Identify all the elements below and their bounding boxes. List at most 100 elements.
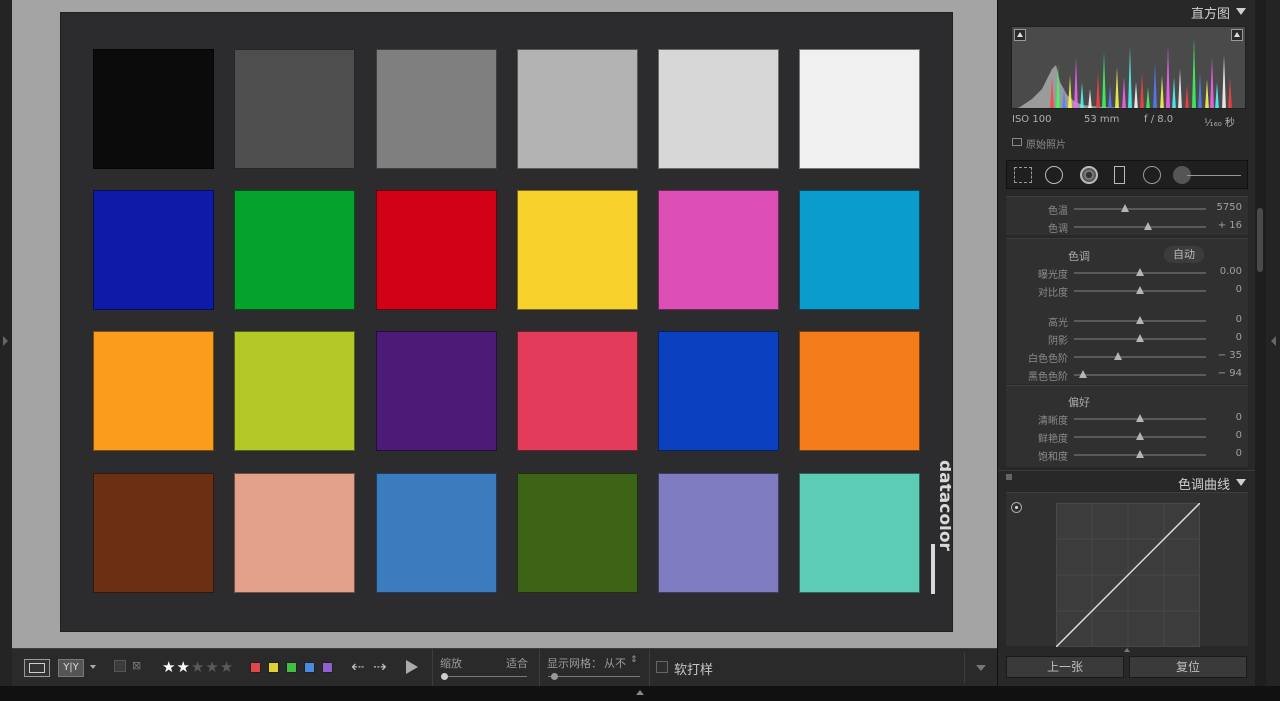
zoom-label: 缩放 [440,657,462,670]
tone-section-title: 色调 [1068,250,1090,263]
triangle-left-icon [3,336,8,346]
slider-thumb[interactable] [1079,370,1088,378]
color-label-chip[interactable] [322,662,333,673]
color-swatch [517,473,638,593]
slider-value[interactable]: 0 [1214,430,1242,441]
slider-value[interactable]: − 35 [1214,350,1242,361]
flag-pick-icon[interactable] [114,660,126,672]
slider-thumb[interactable] [1136,432,1144,440]
histogram-chart[interactable] [1011,26,1246,109]
updown-icon[interactable]: ⇕ [630,655,638,665]
soft-proof-checkbox[interactable] [656,661,668,673]
original-photo-label: 原始照片 [1026,140,1066,151]
slider-label: 曝光度 [1038,270,1068,281]
color-label-chip[interactable] [304,662,315,673]
compare-yy-icon: Y|Y [63,662,79,673]
slider-value[interactable]: + 16 [1214,220,1242,231]
tone-curve-graph[interactable] [1056,503,1200,647]
exif-iso: ISO 100 [1012,114,1052,125]
slider-value[interactable]: 0 [1214,332,1242,343]
slider-thumb[interactable] [1143,222,1152,230]
slider-thumb[interactable] [1113,352,1122,360]
slider-value[interactable]: 0 [1214,284,1242,295]
zoom-slider-thumb[interactable] [441,673,448,680]
color-label-chip[interactable] [250,662,261,673]
arrow-left-icon[interactable]: ⇠ [351,657,364,676]
color-swatch [799,473,920,593]
grid-slider-thumb[interactable] [551,673,558,680]
slider-thumb[interactable] [1136,334,1144,342]
tone-curve-box [1006,492,1248,647]
arrow-right-icon[interactable]: ⇢ [373,657,386,676]
highlight-clipping-icon[interactable] [1231,29,1243,41]
spot-removal-icon[interactable] [1045,166,1063,184]
slider-value[interactable]: 0 [1214,412,1242,423]
histogram-graph [1017,37,1232,108]
slider-thumb[interactable] [1136,286,1144,294]
star-icon[interactable]: ★ [220,658,234,676]
toolbar-divider [432,649,433,687]
loupe-view-button[interactable] [24,659,50,677]
color-swatch [376,190,497,310]
left-panel-toggle[interactable] [0,0,12,690]
zoom-slider-track[interactable] [441,676,527,677]
star-icon[interactable]: ★ [191,658,205,676]
presence-section-title: 偏好 [1068,396,1090,409]
toolbar-options-icon[interactable] [976,665,986,671]
radial-filter-icon[interactable] [1143,166,1161,184]
color-label-chip[interactable] [286,662,297,673]
graduated-filter-icon[interactable] [1114,166,1125,184]
filmstrip-toggle-icon [636,690,644,695]
color-swatch [799,190,920,310]
slider-thumb[interactable] [1136,414,1144,422]
brush-size-line [1187,175,1241,176]
histogram-header[interactable]: 直方图 [998,0,1256,22]
image-viewer[interactable]: datacolor [12,0,997,648]
star-icon[interactable]: ★ [205,658,219,676]
slider-value[interactable]: 0 [1214,314,1242,325]
star-icon[interactable]: ★ [176,658,190,676]
reset-button[interactable]: 复位 [1129,656,1247,678]
color-swatch [234,331,355,451]
star-rating[interactable]: ★★★★★ [162,658,234,676]
slider-thumb[interactable] [1121,204,1130,212]
grid-slider-track[interactable] [548,676,640,677]
slider-value[interactable]: 5750 [1214,202,1242,213]
target-adjust-icon[interactable] [1011,502,1022,513]
play-slideshow-icon[interactable] [406,660,418,674]
slider-label: 鲜艳度 [1038,434,1068,445]
star-icon[interactable]: ★ [162,658,176,676]
slider-track[interactable] [1074,374,1206,376]
right-panel-toggle[interactable] [1266,0,1280,690]
auto-tone-button[interactable]: 自动 [1164,246,1204,263]
panel-switch-icon[interactable] [1006,474,1012,480]
original-photo-checkbox[interactable] [1012,138,1022,146]
crop-icon[interactable] [1014,167,1032,183]
previous-button[interactable]: 上一张 [1006,656,1124,678]
filmstrip-toggle-bar[interactable] [0,686,1280,701]
slider-label: 色温 [1048,206,1068,217]
color-swatch [376,331,497,451]
tone-curve-header[interactable]: 色调曲线 [998,470,1256,493]
slider-thumb[interactable] [1136,450,1144,458]
white-balance-group: 色温 5750 色调 + 16 [1006,196,1248,235]
slider-track[interactable] [1074,356,1206,358]
red-eye-icon[interactable] [1080,166,1098,184]
grid-value[interactable]: 从不 [604,655,626,671]
color-swatch [517,331,638,451]
compare-view-button[interactable]: Y|Y [58,659,84,677]
tone-group: 色调 自动 曝光度 0.00 对比度 0 高光 0 阴影 0 白色色阶 − 35 黑色色阶 − 94 [1006,238,1248,384]
slider-track[interactable] [1074,208,1206,210]
slider-value[interactable]: − 94 [1214,368,1242,379]
slider-value[interactable]: 0.00 [1214,266,1242,277]
shadow-clipping-icon[interactable] [1014,29,1026,41]
panel-scrollbar[interactable] [1255,0,1266,690]
slider-thumb[interactable] [1136,316,1144,324]
color-label-chip[interactable] [268,662,279,673]
slider-thumb[interactable] [1136,268,1144,276]
slider-value[interactable]: 0 [1214,448,1242,459]
scrollbar-thumb[interactable] [1257,208,1263,272]
slider-track[interactable] [1074,226,1206,228]
flag-reject-icon[interactable]: ⊠ [132,659,141,672]
compare-dropdown-icon[interactable] [90,665,96,669]
